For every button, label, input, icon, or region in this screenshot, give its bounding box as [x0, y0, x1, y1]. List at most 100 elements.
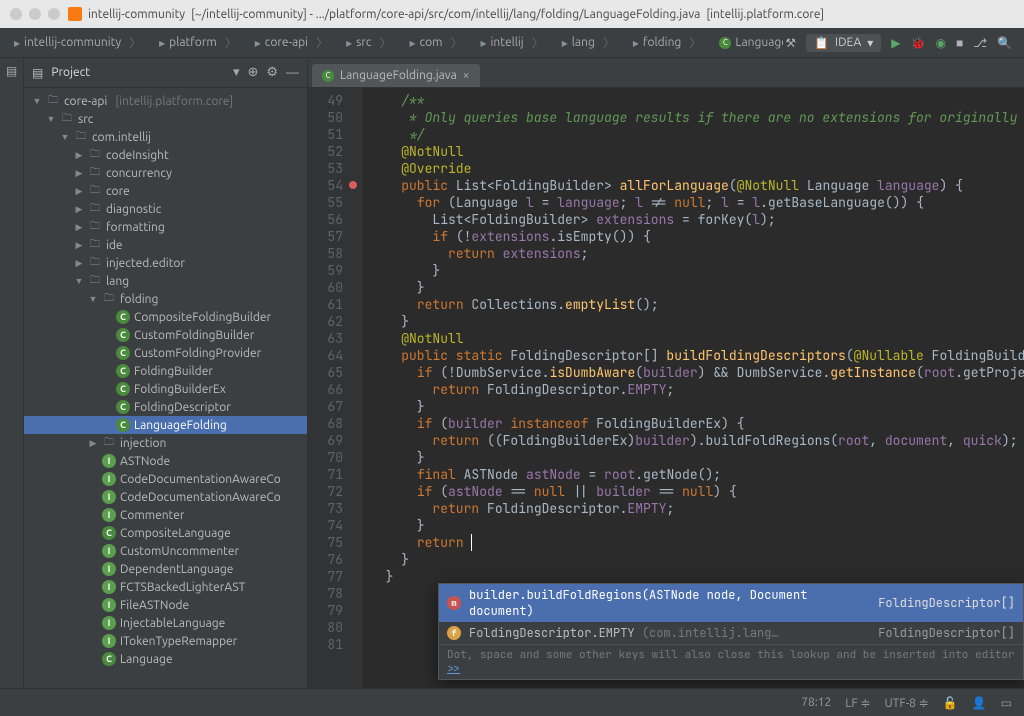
tree-node-concurrency[interactable]: 🗀concurrency — [24, 164, 307, 182]
arrow-icon[interactable] — [88, 438, 98, 449]
close-icon[interactable]: × — [463, 69, 470, 82]
arrow-icon[interactable] — [74, 204, 84, 215]
line-number[interactable]: 61 — [308, 296, 343, 313]
line-number[interactable]: 69 — [308, 432, 343, 449]
run-config-select[interactable]: 📋 IDEA ▾ — [806, 34, 881, 52]
tree-node-FCTSBackedLighterAST[interactable]: IFCTSBackedLighterAST — [24, 578, 307, 596]
line-sep[interactable]: LF ≑ — [845, 696, 870, 710]
line-number[interactable]: 57 — [308, 228, 343, 245]
arrow-icon[interactable] — [74, 276, 84, 286]
tree-node-injection[interactable]: 🗀injection — [24, 434, 307, 452]
vcs-icon[interactable]: ⎇ — [973, 36, 987, 50]
arrow-icon[interactable] — [46, 114, 56, 124]
hide-icon[interactable]: — — [286, 66, 299, 80]
crumb-core-api[interactable]: ▸core-api〉 — [247, 31, 336, 54]
arrow-icon[interactable] — [74, 186, 84, 197]
strip-project-icon[interactable]: ▤ — [6, 64, 17, 78]
tree-node-Language[interactable]: CLanguage — [24, 650, 307, 668]
lock-icon[interactable]: 🔓 — [943, 696, 958, 710]
arrow-icon[interactable] — [88, 294, 98, 304]
line-number[interactable]: 55 — [308, 194, 343, 211]
crumb-intellij[interactable]: ▸intellij〉 — [472, 31, 551, 54]
tree-node-FoldingDescriptor[interactable]: CFoldingDescriptor — [24, 398, 307, 416]
build-icon[interactable]: ⚒ — [785, 36, 796, 50]
tree-node-lang[interactable]: 🗀lang — [24, 272, 307, 290]
arrow-icon[interactable] — [74, 150, 84, 161]
debug-icon[interactable]: 🐞 — [911, 36, 926, 50]
line-number[interactable]: 52 — [308, 143, 343, 160]
line-number[interactable]: 54 — [308, 177, 343, 194]
line-number[interactable]: 78 — [308, 585, 343, 602]
crumb-folding[interactable]: ▸folding〉 — [625, 31, 709, 54]
search-icon[interactable]: 🔍 — [997, 36, 1012, 50]
crumb-LanguageFolding[interactable]: CLanguageFolding — [711, 33, 783, 52]
line-number[interactable]: 75 — [308, 534, 343, 551]
line-number[interactable]: 56 — [308, 211, 343, 228]
tree-node-CompositeFoldingBuilder[interactable]: CCompositeFoldingBuilder — [24, 308, 307, 326]
line-number[interactable]: 67 — [308, 398, 343, 415]
tree-node-src[interactable]: 🗀src — [24, 110, 307, 128]
tree-node-ITokenTypeRemapper[interactable]: IITokenTypeRemapper — [24, 632, 307, 650]
caret-pos[interactable]: 78:12 — [801, 696, 831, 709]
tree-node-codeInsight[interactable]: 🗀codeInsight — [24, 146, 307, 164]
tab-languagefolding[interactable]: C LanguageFolding.java × — [312, 64, 480, 87]
line-number[interactable]: 74 — [308, 517, 343, 534]
tree-node-FoldingBuilderEx[interactable]: CFoldingBuilderEx — [24, 380, 307, 398]
run-icon[interactable]: ▶ — [891, 36, 900, 50]
window-controls[interactable] — [10, 8, 60, 20]
line-number[interactable]: 68 — [308, 415, 343, 432]
line-number[interactable]: 76 — [308, 551, 343, 568]
line-number[interactable]: 81 — [308, 636, 343, 653]
line-number[interactable]: 70 — [308, 449, 343, 466]
tree-node-ASTNode[interactable]: IASTNode — [24, 452, 307, 470]
tree-node-CodeDocumentationAwareCo[interactable]: ICodeDocumentationAwareCo — [24, 470, 307, 488]
line-number[interactable]: 64 — [308, 347, 343, 364]
gutter[interactable]: 4950515253545556575859606162636465666768… — [308, 88, 362, 688]
project-tree[interactable]: 🗀core-api[intellij.platform.core]🗀src🗀co… — [24, 88, 307, 688]
stop-icon[interactable]: ■ — [956, 36, 963, 50]
arrow-icon[interactable] — [32, 96, 42, 106]
tree-node-DependentLanguage[interactable]: IDependentLanguage — [24, 560, 307, 578]
line-number[interactable]: 71 — [308, 466, 343, 483]
crumb-intellij-community[interactable]: ▸intellij-community〉 — [6, 31, 149, 54]
arrow-icon[interactable] — [74, 222, 84, 233]
tree-node-injected.editor[interactable]: 🗀injected.editor — [24, 254, 307, 272]
line-number[interactable]: 63 — [308, 330, 343, 347]
line-number[interactable]: 58 — [308, 245, 343, 262]
locate-icon[interactable]: ⊕ — [247, 65, 258, 80]
completion-item[interactable]: mbuilder.buildFoldRegions(ASTNode node, … — [439, 584, 1023, 622]
tree-node-CustomUncommenter[interactable]: ICustomUncommenter — [24, 542, 307, 560]
tree-node-CustomFoldingProvider[interactable]: CCustomFoldingProvider — [24, 344, 307, 362]
chevron-icon[interactable]: ▾ — [233, 65, 240, 80]
line-number[interactable]: 53 — [308, 160, 343, 177]
mem-icon[interactable]: ▭ — [1001, 696, 1012, 710]
coverage-icon[interactable]: ◉ — [935, 36, 945, 50]
tree-node-CompositeLanguage[interactable]: CCompositeLanguage — [24, 524, 307, 542]
tree-node-LanguageFolding[interactable]: CLanguageFolding — [24, 416, 307, 434]
gear-icon[interactable]: ⚙ — [266, 65, 278, 80]
arrow-icon[interactable] — [74, 240, 84, 251]
tree-node-com.intellij[interactable]: 🗀com.intellij — [24, 128, 307, 146]
arrow-icon[interactable] — [74, 168, 84, 179]
line-number[interactable]: 62 — [308, 313, 343, 330]
line-number[interactable]: 73 — [308, 500, 343, 517]
tree-node-Commenter[interactable]: ICommenter — [24, 506, 307, 524]
encoding[interactable]: UTF-8 ≑ — [884, 696, 928, 710]
tree-node-core[interactable]: 🗀core — [24, 182, 307, 200]
crumb-src[interactable]: ▸src〉 — [338, 31, 399, 54]
arrow-icon[interactable] — [74, 258, 84, 269]
tree-node-CodeDocumentationAwareCo[interactable]: ICodeDocumentationAwareCo — [24, 488, 307, 506]
completion-item[interactable]: fFoldingDescriptor.EMPTY (com.intellij.l… — [439, 622, 1023, 644]
line-number[interactable]: 77 — [308, 568, 343, 585]
crumb-lang[interactable]: ▸lang〉 — [554, 31, 623, 54]
tree-node-CustomFoldingBuilder[interactable]: CCustomFoldingBuilder — [24, 326, 307, 344]
line-number[interactable]: 50 — [308, 109, 343, 126]
crumb-com[interactable]: ▸com〉 — [402, 31, 471, 54]
line-number[interactable]: 51 — [308, 126, 343, 143]
line-number[interactable]: 72 — [308, 483, 343, 500]
editor[interactable]: 4950515253545556575859606162636465666768… — [308, 88, 1024, 688]
line-number[interactable]: 49 — [308, 92, 343, 109]
tree-node-folding[interactable]: 🗀folding — [24, 290, 307, 308]
line-number[interactable]: 79 — [308, 602, 343, 619]
line-number[interactable]: 66 — [308, 381, 343, 398]
